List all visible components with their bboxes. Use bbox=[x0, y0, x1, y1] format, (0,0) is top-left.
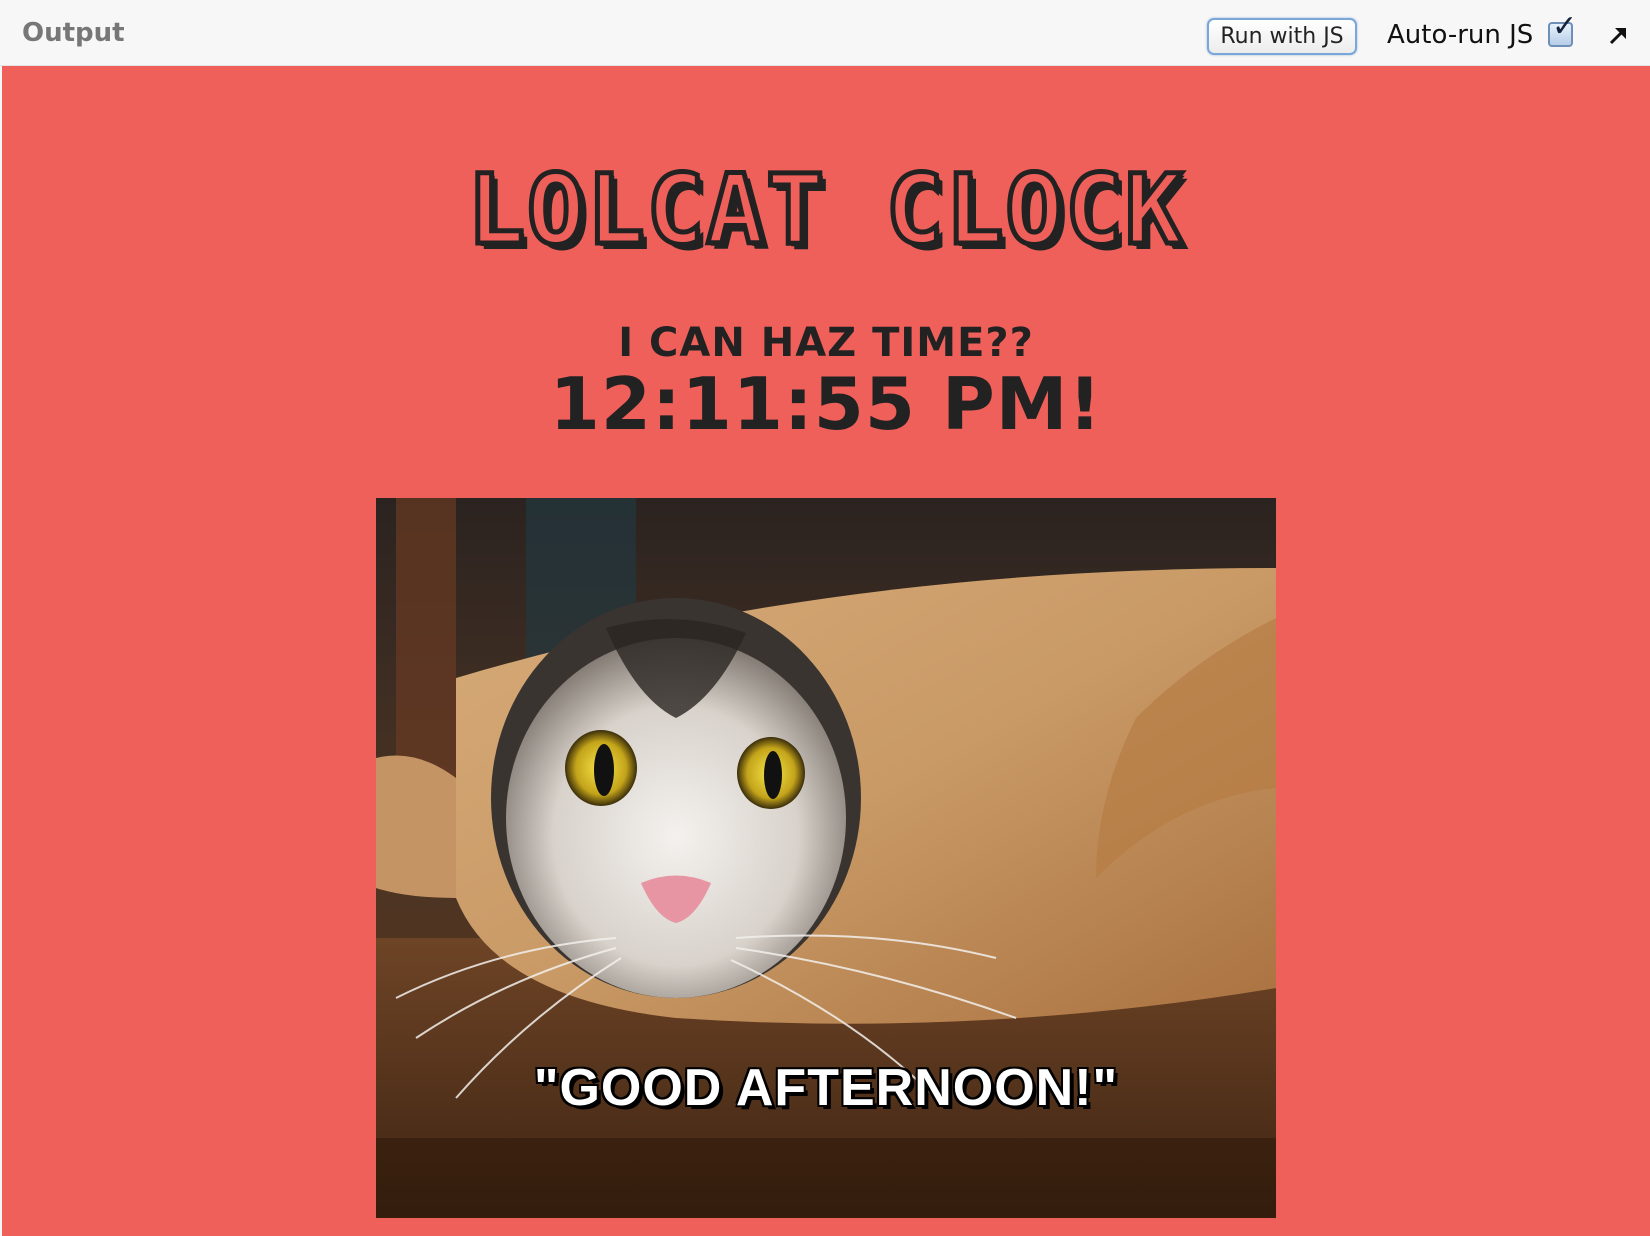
time-subtitle: I CAN HAZ TIME?? bbox=[618, 320, 1034, 366]
external-link-arrow-icon[interactable] bbox=[1606, 22, 1632, 48]
checkmark-icon: ✓ bbox=[1552, 9, 1578, 44]
autorun-js-checkbox[interactable]: ✓ bbox=[1548, 12, 1577, 47]
output-frame: LOLCAT CLOCK I CAN HAZ TIME?? 12:11:55 P… bbox=[2, 66, 1650, 1236]
output-toolbar: Output Run with JS Auto-run JS ✓ bbox=[0, 0, 1650, 66]
lolcat-image: "GOOD AFTERNOON!" bbox=[376, 498, 1276, 1218]
output-panel-title: Output bbox=[22, 18, 125, 48]
clock-time: 12:11:55 PM! bbox=[549, 362, 1103, 446]
run-with-js-button[interactable]: Run with JS bbox=[1207, 18, 1357, 55]
page-title: LOLCAT CLOCK bbox=[465, 152, 1186, 269]
image-caption: "GOOD AFTERNOON!" bbox=[533, 1059, 1119, 1117]
autorun-js-label: Auto-run JS bbox=[1387, 20, 1534, 50]
